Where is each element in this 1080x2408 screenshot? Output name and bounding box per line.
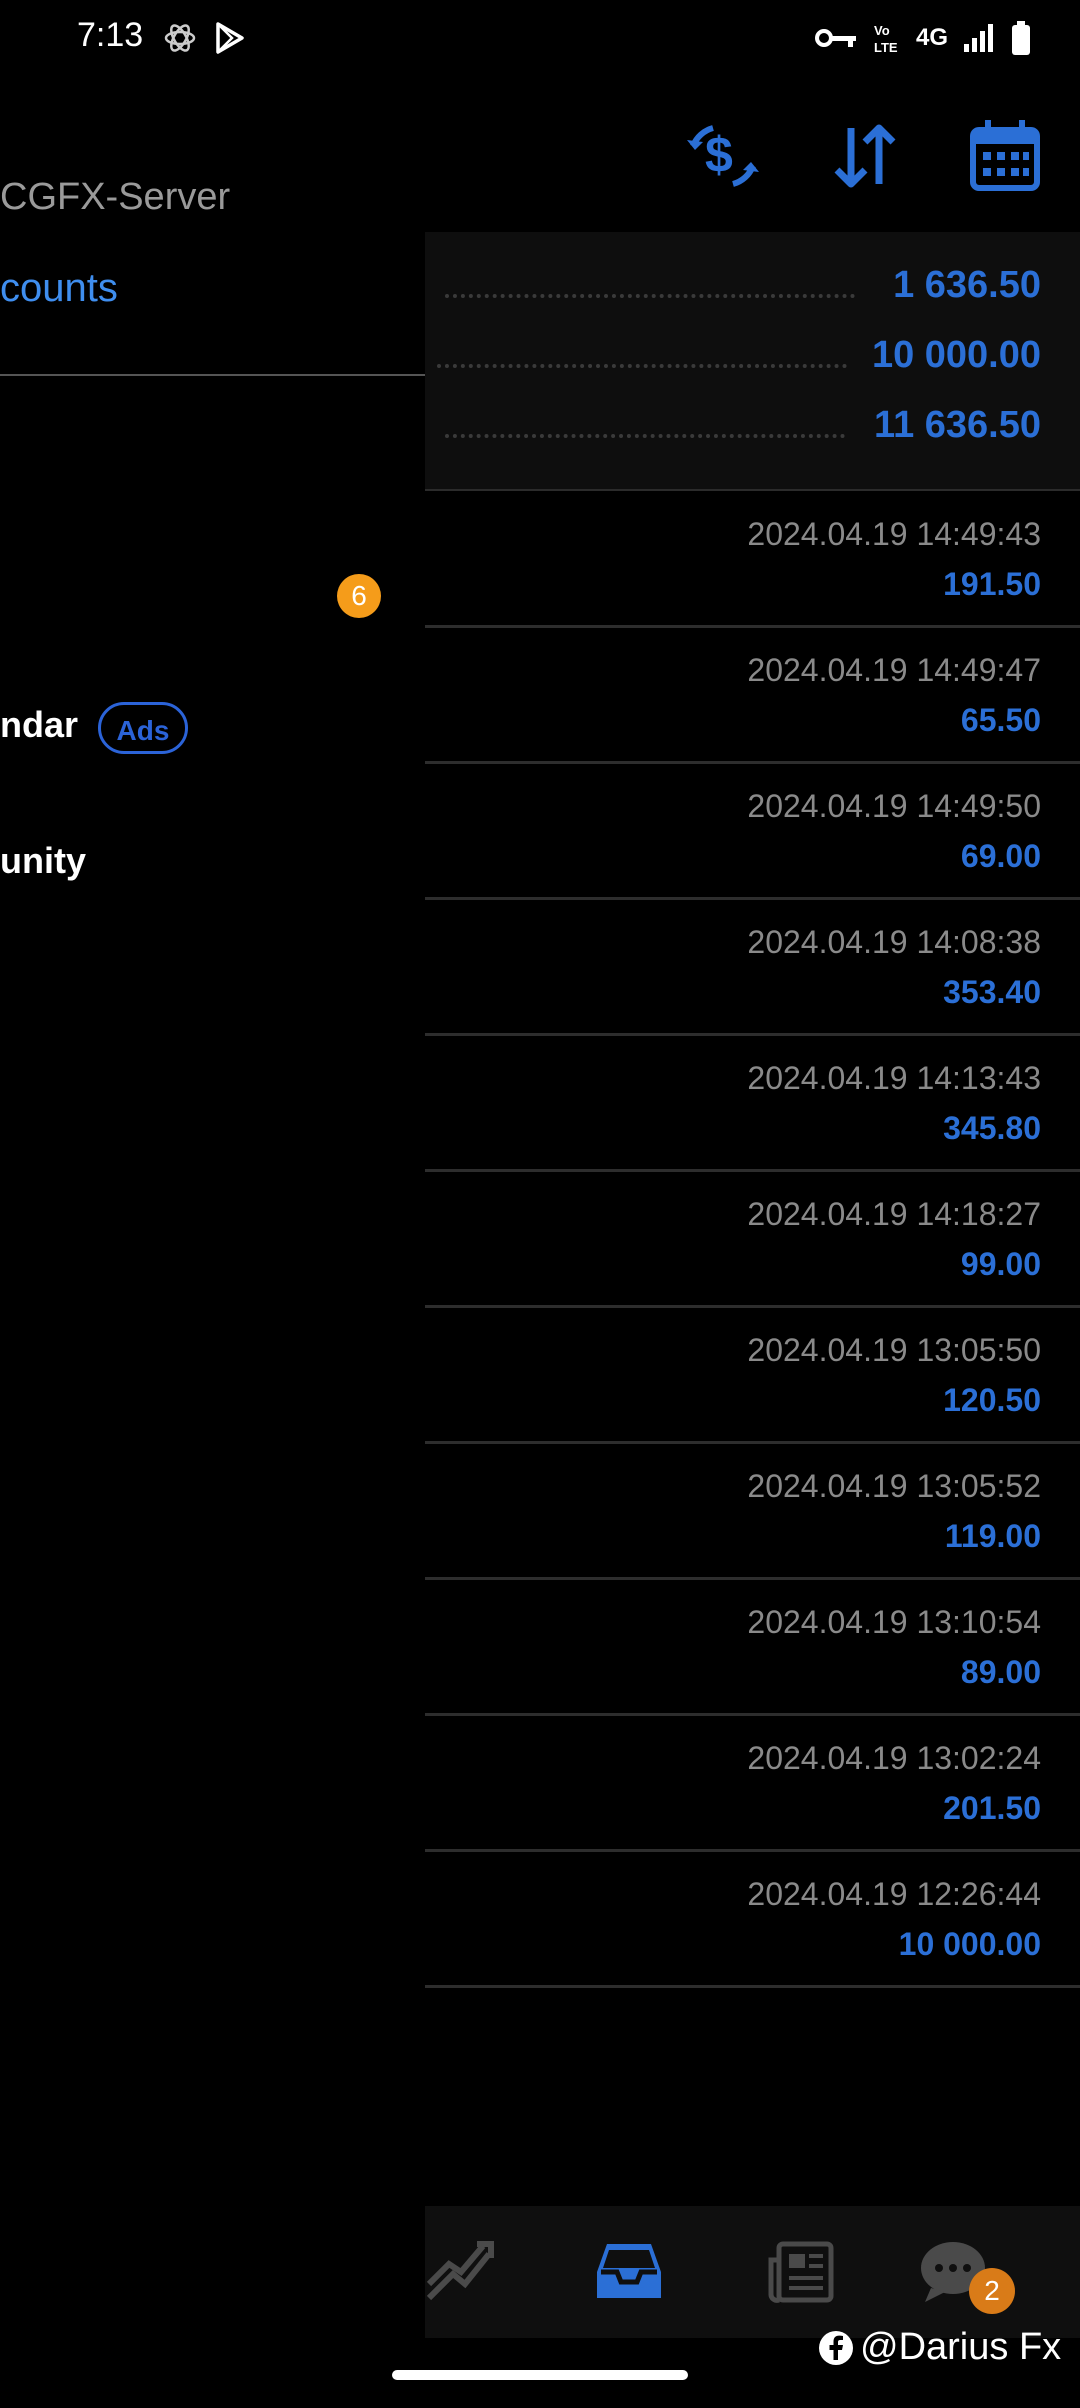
history-inbox-icon[interactable]	[593, 2236, 665, 2308]
deal-time: 2024.04.19 14:49:50	[747, 788, 1041, 824]
navigation-drawer: CGFX-Server counts 6 ndar Ads unity	[0, 76, 425, 2376]
volte-icon: Vo LTE	[874, 23, 898, 55]
dotted-leader	[445, 434, 845, 438]
atom-icon	[164, 24, 196, 52]
deal-time: 2024.04.19 13:02:24	[747, 1740, 1041, 1776]
balance-summary: 1 636.50 10 000.00 11 636.50	[425, 232, 1080, 490]
deal-amount: 65.50	[960, 702, 1041, 738]
deal-row[interactable]: 2024.04.19 13:05:52 119.00	[425, 1444, 1080, 1580]
deal-amount: 10 000.00	[898, 1926, 1041, 1962]
deal-row[interactable]: 2024.04.19 13:10:54 89.00	[425, 1580, 1080, 1716]
deal-amount: 69.00	[960, 838, 1041, 874]
deal-amount: 120.50	[943, 1382, 1041, 1418]
deal-time: 2024.04.19 13:05:50	[747, 1332, 1041, 1368]
deal-row[interactable]: 2024.04.19 14:13:43 345.80	[425, 1036, 1080, 1172]
network-type: 4G	[915, 24, 948, 51]
signal-icon	[964, 24, 993, 52]
status-right-group: Vo LTE 4G	[814, 18, 1032, 58]
deal-time: 2024.04.19 14:13:43	[747, 1060, 1041, 1096]
deal-row[interactable]: 2024.04.19 12:26:44 10 000.00	[425, 1852, 1080, 1988]
server-name: CGFX-Server	[0, 176, 231, 218]
drawer-item-label: ndar	[0, 704, 79, 745]
dotted-leader	[445, 294, 855, 298]
watermark: @Darius Fx	[818, 2326, 1061, 2369]
drawer-item-label: unity	[0, 840, 86, 881]
status-bar: 7:13 Vo LTE 4G	[0, 0, 1080, 76]
summary-value: 11 636.50	[874, 404, 1041, 446]
summary-value: 1 636.50	[893, 264, 1041, 306]
deal-time: 2024.04.19 13:10:54	[747, 1604, 1041, 1640]
deal-time: 2024.04.19 14:49:47	[747, 652, 1041, 688]
deal-amount: 119.00	[944, 1518, 1041, 1554]
summary-row: 1 636.50	[425, 256, 1080, 326]
drawer-item-community[interactable]: unity	[0, 840, 86, 882]
play-store-icon	[216, 22, 244, 54]
deal-time: 2024.04.19 14:18:27	[747, 1196, 1041, 1232]
deal-amount: 89.00	[960, 1654, 1041, 1690]
bottom-navigation: 2	[425, 2206, 1080, 2338]
deal-time: 2024.04.19 14:49:43	[747, 516, 1041, 552]
svg-text:$: $	[705, 127, 733, 183]
deal-row[interactable]: 2024.04.19 14:49:43 191.50	[425, 492, 1080, 628]
history-toolbar: $	[425, 76, 1080, 232]
deal-time: 2024.04.19 14:08:38	[747, 924, 1041, 960]
drawer-item-economic-calendar[interactable]: ndar	[0, 704, 78, 746]
sort-icon[interactable]	[825, 116, 905, 196]
deal-amount: 99.00	[960, 1246, 1041, 1282]
deal-row[interactable]: 2024.04.19 14:49:50 69.00	[425, 764, 1080, 900]
manage-accounts-link[interactable]: counts	[0, 266, 118, 311]
home-indicator[interactable]	[392, 2370, 688, 2380]
deal-row[interactable]: 2024.04.19 13:02:24 201.50	[425, 1716, 1080, 1852]
summary-row: 10 000.00	[425, 326, 1080, 396]
battery-icon	[1012, 21, 1030, 55]
deal-row[interactable]: 2024.04.19 14:49:47 65.50	[425, 628, 1080, 764]
deal-amount: 345.80	[943, 1110, 1041, 1146]
trade-chart-icon[interactable]	[425, 2236, 497, 2308]
svg-text:LTE: LTE	[874, 40, 898, 55]
deal-row[interactable]: 2024.04.19 13:05:50 120.50	[425, 1308, 1080, 1444]
currency-exchange-icon[interactable]: $	[683, 116, 763, 196]
facebook-icon	[819, 2330, 853, 2365]
mail-count-badge: 6	[337, 574, 381, 618]
status-time: 7:13	[77, 16, 144, 54]
ads-badge: Ads	[98, 702, 188, 754]
watermark-text: @Darius Fx	[860, 2326, 1062, 2368]
deal-list: 2024.04.19 14:49:43 191.50 2024.04.19 14…	[425, 492, 1080, 1988]
summary-divider	[425, 489, 1080, 491]
deal-row[interactable]: 2024.04.19 14:08:38 353.40	[425, 900, 1080, 1036]
deal-time: 2024.04.19 13:05:52	[747, 1468, 1041, 1504]
calendar-icon[interactable]	[965, 116, 1045, 196]
drawer-divider	[0, 374, 425, 376]
svg-text:Vo: Vo	[874, 23, 890, 38]
deal-time: 2024.04.19 12:26:44	[747, 1876, 1041, 1912]
summary-value: 10 000.00	[871, 334, 1041, 376]
deal-amount: 191.50	[943, 566, 1041, 602]
deal-amount: 201.50	[943, 1790, 1041, 1826]
vpn-key-icon	[814, 29, 856, 47]
deal-amount: 353.40	[943, 974, 1041, 1010]
news-icon[interactable]	[765, 2236, 837, 2308]
dotted-leader	[437, 364, 847, 368]
summary-row: 11 636.50	[425, 396, 1080, 466]
deal-row[interactable]: 2024.04.19 14:18:27 99.00	[425, 1172, 1080, 1308]
chat-unread-badge: 2	[969, 2268, 1015, 2314]
